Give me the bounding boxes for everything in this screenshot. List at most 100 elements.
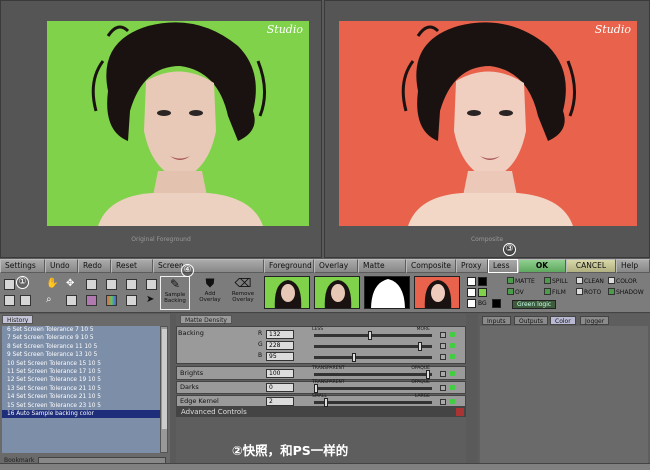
backing-r-slider[interactable]: [314, 331, 432, 340]
settings-button[interactable]: Settings: [0, 259, 45, 273]
brights-field[interactable]: 100: [266, 369, 294, 378]
spill-checkbox[interactable]: SPILL: [544, 277, 568, 285]
proxy-button[interactable]: Proxy: [456, 259, 488, 273]
tab-matte-density[interactable]: Matte Density: [180, 315, 232, 324]
key-box[interactable]: [440, 332, 446, 338]
key-box[interactable]: [440, 385, 446, 391]
color-swatch[interactable]: [478, 277, 487, 286]
advanced-controls-header[interactable]: Advanced Controls: [176, 407, 466, 417]
brights-slider[interactable]: [314, 370, 432, 379]
matte-icon[interactable]: [126, 295, 137, 306]
backing-b-field[interactable]: 95: [266, 352, 294, 361]
reset-button[interactable]: Reset: [111, 259, 153, 273]
composite-thumbnail[interactable]: [414, 276, 460, 309]
matte-thumbnail[interactable]: [364, 276, 410, 309]
color-icon[interactable]: [106, 295, 117, 306]
mask-icon[interactable]: [86, 295, 97, 306]
pointer-icon[interactable]: ➤: [146, 295, 157, 306]
list-item[interactable]: 12 Set Screen Tolerance 19 10 5: [2, 376, 160, 384]
list-item[interactable]: 14 Set Screen Tolerance 21 10 5: [2, 393, 160, 401]
color-swatch[interactable]: [467, 277, 476, 286]
list-item[interactable]: 13 Set Screen Tolerance 21 10 5: [2, 385, 160, 393]
list-item[interactable]: 15 Set Screen Tolerance 23 10 5: [2, 402, 160, 410]
darks-slider[interactable]: [314, 384, 432, 393]
list-item-selected[interactable]: 16 Auto Sample backing color: [2, 409, 160, 419]
tab-color[interactable]: Color: [550, 316, 576, 325]
layout-single-icon[interactable]: [4, 279, 15, 290]
view-icon[interactable]: [146, 279, 157, 290]
clean-checkbox[interactable]: CLEAN: [576, 277, 604, 285]
key-box[interactable]: [440, 343, 446, 349]
color-checkbox[interactable]: COLOR: [608, 277, 637, 285]
slider-knob[interactable]: [368, 331, 372, 340]
expand-arrow-icon[interactable]: [456, 408, 464, 416]
foreground-thumbnail[interactable]: [264, 276, 310, 309]
tab-history[interactable]: History: [2, 315, 34, 324]
matte-checkbox[interactable]: MATTE: [507, 277, 535, 285]
edge-kernel-slider[interactable]: [314, 398, 432, 407]
scrollbar-thumb[interactable]: [162, 329, 167, 429]
overlay-view-button[interactable]: Overlay: [314, 259, 358, 273]
shadow-checkbox[interactable]: SHADOW: [608, 288, 644, 296]
screen-button[interactable]: Screen: [153, 259, 264, 273]
zoom-icon[interactable]: ⌕: [46, 295, 57, 306]
layout-split-icon[interactable]: [4, 295, 15, 306]
ov-checkbox[interactable]: OV: [507, 288, 524, 296]
undo-button[interactable]: Undo: [45, 259, 78, 273]
film-checkbox[interactable]: FILM: [544, 288, 566, 296]
list-item[interactable]: 6 Set Screen Tolerance 7 10 5: [2, 326, 160, 334]
slider-knob[interactable]: [426, 370, 430, 379]
key-box[interactable]: [440, 354, 446, 360]
sample-box-icon[interactable]: [126, 279, 137, 290]
color-swatch[interactable]: [478, 288, 487, 297]
sample-backing-button[interactable]: ✎ Sample Backing: [160, 276, 190, 310]
darks-field[interactable]: 0: [266, 383, 294, 392]
slider-knob[interactable]: [418, 342, 422, 351]
green-logic-label[interactable]: Green logic: [512, 300, 557, 309]
color-swatch[interactable]: [467, 288, 476, 297]
edge-kernel-field[interactable]: 2: [266, 397, 294, 406]
color-swatch[interactable]: [467, 299, 476, 308]
annotation-caption: ②快照，和PS一样的: [232, 443, 349, 458]
cancel-button[interactable]: CANCEL: [566, 259, 616, 273]
list-item[interactable]: 7 Set Screen Tolerance 9 10 5: [2, 334, 160, 342]
ok-button[interactable]: OK: [518, 259, 566, 273]
add-overlay-button[interactable]: ⛊ Add Overlay: [195, 276, 225, 310]
slider-knob[interactable]: [324, 398, 328, 407]
hand-icon[interactable]: ✋: [46, 279, 58, 290]
list-item[interactable]: 8 Set Screen Tolerance 11 10 5: [2, 343, 160, 351]
transform-icon[interactable]: [86, 279, 97, 290]
backing-g-slider[interactable]: [314, 342, 432, 351]
layout-dual-icon[interactable]: [20, 295, 31, 306]
redo-button[interactable]: Redo: [78, 259, 111, 273]
tab-inputs[interactable]: Inputs: [482, 316, 511, 325]
composite-viewer[interactable]: Studio Composite: [324, 0, 650, 258]
less-button[interactable]: Less: [488, 259, 518, 273]
grid-icon[interactable]: [106, 279, 117, 290]
roto-checkbox[interactable]: ROTO: [576, 288, 601, 296]
matte-view-button[interactable]: Matte: [358, 259, 406, 273]
list-item[interactable]: 10 Set Screen Tolerance 15 10 5: [2, 360, 160, 368]
list-item[interactable]: 9 Set Screen Tolerance 13 10 5: [2, 351, 160, 359]
key-box[interactable]: [440, 371, 446, 377]
list-item[interactable]: 11 Set Screen Tolerance 17 10 5: [2, 368, 160, 376]
move-icon[interactable]: ✥: [66, 279, 77, 290]
history-scrollbar[interactable]: [160, 326, 168, 453]
composite-view-button[interactable]: Composite: [406, 259, 456, 273]
backing-r-field[interactable]: 132: [266, 330, 294, 339]
tab-outputs[interactable]: Outputs: [514, 316, 548, 325]
tab-jogger[interactable]: Jogger: [580, 316, 610, 325]
overlay-thumbnail[interactable]: [314, 276, 360, 309]
key-box[interactable]: [440, 399, 446, 405]
slider-knob[interactable]: [352, 353, 356, 362]
backing-b-slider[interactable]: [314, 353, 432, 362]
color-swatch[interactable]: [492, 299, 501, 308]
remove-overlay-button[interactable]: ⌫ Remove Overlay: [228, 276, 258, 310]
original-foreground-viewer[interactable]: Studio Original Foreground: [0, 0, 322, 258]
slider-knob[interactable]: [314, 384, 318, 393]
backing-g-field[interactable]: 228: [266, 341, 294, 350]
foreground-view-button[interactable]: Foreground: [264, 259, 314, 273]
help-button[interactable]: Help: [616, 259, 650, 273]
crop-icon[interactable]: [66, 295, 77, 306]
history-list[interactable]: 6 Set Screen Tolerance 7 10 5 7 Set Scre…: [2, 326, 160, 453]
